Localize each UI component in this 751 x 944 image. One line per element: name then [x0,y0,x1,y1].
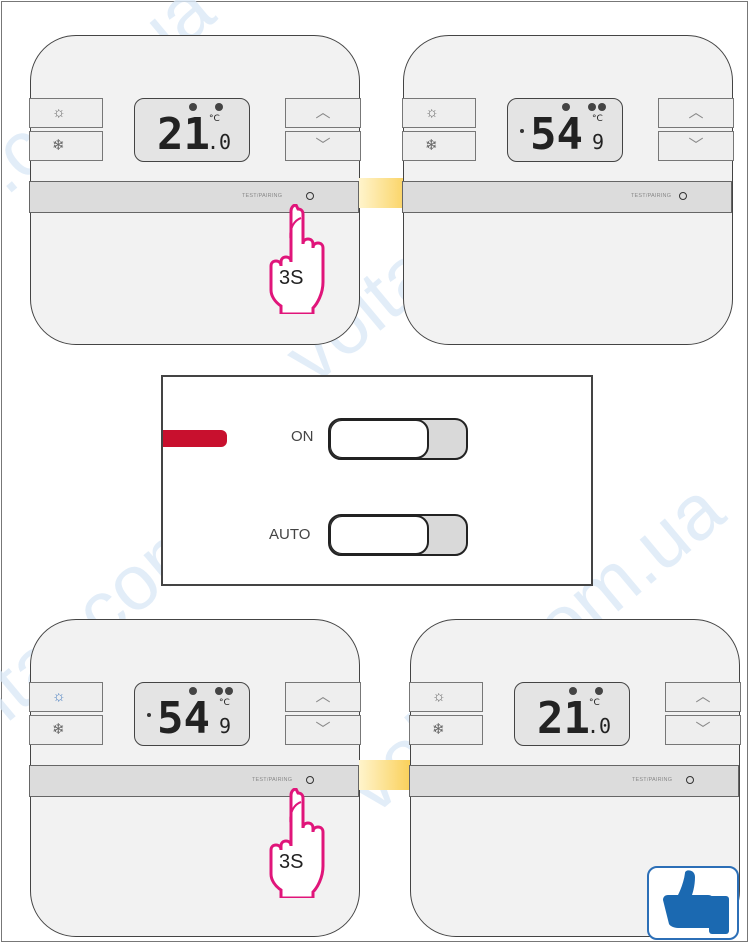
on-label: ON [291,428,314,445]
signal-icon [215,103,223,111]
chevron-down-icon: ﹀ [695,721,711,738]
up-button[interactable]: ︿ [285,682,361,712]
display-code: 54 [530,109,583,160]
hand-press-icon: 3S [269,204,325,314]
display-unit: °C [209,114,220,124]
pairing-led[interactable] [686,776,694,784]
display-decimal: .0 [587,714,611,738]
display-unit: °C [589,698,600,708]
snowflake-icon: ❄ [52,137,65,154]
dot-icon [520,129,524,133]
auto-label: AUTO [269,526,311,543]
display-digit: 9 [219,714,231,738]
chevron-up-icon: ︿ [688,104,704,121]
thermostat-top-left: ☼ ❄ ︿ ﹀ 21 °C .0 TEST/PAIRING 3S [29,35,361,345]
lcd-content: 21 °C .0 [537,687,611,744]
figure-frame: voltar.com.ua voltar.com.ua voltar.com.u… [0,0,748,942]
up-button[interactable]: ︿ [285,98,361,128]
cool-button[interactable]: ❄ [409,715,483,745]
down-button[interactable]: ﹀ [665,715,741,745]
thermostat-bottom-left: ☼ ❄ ︿ ﹀ 54 °C 9 TEST/PAIRING 3S [29,619,361,937]
heat-button[interactable]: ☼ [409,682,483,712]
test-pairing-label: TEST/PAIRING [252,777,293,783]
heat-button[interactable]: ☼ [402,98,476,128]
display-code: 54 [157,693,210,744]
display-unit: °C [592,114,603,124]
red-marker [163,430,227,447]
chevron-up-icon: ︿ [315,688,331,705]
signal-icon [215,687,223,695]
signal-icon [588,103,596,111]
sun-icon: ☼ [425,104,439,121]
cool-button[interactable]: ❄ [402,131,476,161]
chevron-down-icon: ﹀ [688,137,704,154]
pairing-led[interactable] [306,776,314,784]
chevron-down-icon: ﹀ [315,721,331,738]
heat-button[interactable]: ☼ [29,98,103,128]
sun-icon: ☼ [52,104,66,121]
front-strip: TEST/PAIRING [409,765,739,797]
sun-icon: ☼ [432,688,446,705]
press-duration-label: 3S [279,851,303,873]
hand-press-icon: 3S [269,788,325,898]
display-temp: 21 [157,109,210,160]
switch-panel: ON AUTO [161,375,593,586]
down-button[interactable]: ﹀ [658,131,734,161]
dot-icon [147,713,151,717]
signal-icon [595,687,603,695]
lcd-content: 21 °C .0 [157,103,231,160]
test-pairing-label: TEST/PAIRING [242,193,283,199]
test-pairing-label: TEST/PAIRING [632,777,673,783]
sun-icon: ☼ [52,688,66,705]
down-button[interactable]: ﹀ [285,715,361,745]
pairing-led[interactable] [679,192,687,200]
pairing-led[interactable] [306,192,314,200]
lcd-display: 21 °C .0 [514,682,630,746]
press-duration-label: 3S [279,267,303,289]
success-badge [647,866,739,940]
chevron-up-icon: ︿ [695,688,711,705]
display-temp: 21 [537,693,590,744]
test-pairing-label: TEST/PAIRING [631,193,672,199]
down-button[interactable]: ﹀ [285,131,361,161]
heat-button[interactable]: ☼ [29,682,103,712]
thermostat-top-right: ☼ ❄ ︿ ﹀ 54 °C 9 TEST/PAIRING [402,35,734,345]
up-button[interactable]: ︿ [665,682,741,712]
front-strip: TEST/PAIRING [402,181,732,213]
display-decimal: .0 [207,130,231,154]
cool-button[interactable]: ❄ [29,131,103,161]
up-button[interactable]: ︿ [658,98,734,128]
flame-icon [225,687,233,695]
lcd-content: 54 °C 9 [520,103,606,160]
chevron-up-icon: ︿ [315,104,331,121]
lcd-content: 54 °C 9 [147,687,233,744]
cool-button[interactable]: ❄ [29,715,103,745]
on-switch[interactable] [328,418,468,460]
snowflake-icon: ❄ [425,137,438,154]
display-unit: °C [219,698,230,708]
snowflake-icon: ❄ [52,721,65,738]
chevron-down-icon: ﹀ [315,137,331,154]
lcd-display: 21 °C .0 [134,98,250,162]
thumbs-up-icon [663,870,729,934]
display-digit: 9 [592,130,604,154]
lcd-display: 54 °C 9 [134,682,250,746]
auto-switch[interactable] [328,514,468,556]
lcd-display: 54 °C 9 [507,98,623,162]
flame-icon [598,103,606,111]
snowflake-icon: ❄ [432,721,445,738]
